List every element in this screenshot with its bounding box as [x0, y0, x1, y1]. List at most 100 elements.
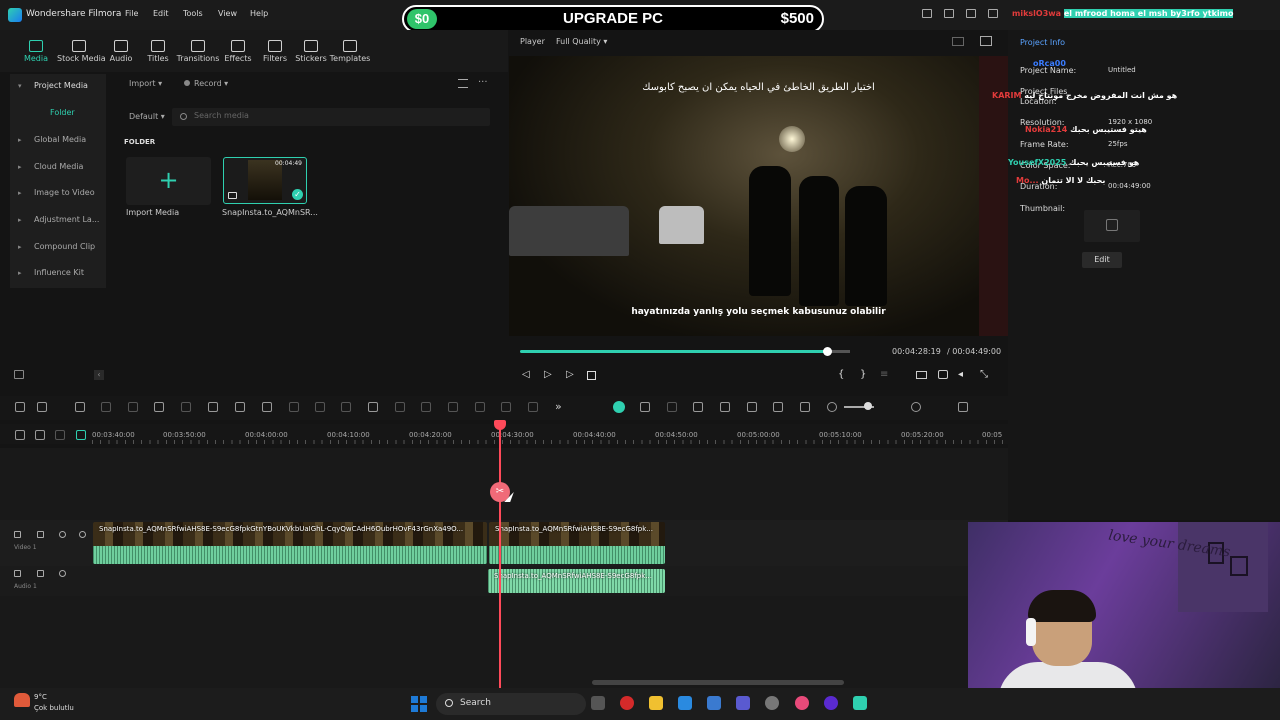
snap-icon[interactable] — [76, 430, 86, 440]
menu-edit[interactable]: Edit — [153, 9, 169, 18]
filter-icon[interactable] — [458, 79, 468, 88]
settings-gear-icon[interactable] — [765, 696, 779, 710]
eye-icon[interactable] — [79, 531, 86, 538]
speed-icon[interactable] — [368, 402, 378, 412]
new-folder-icon[interactable] — [14, 370, 24, 379]
sidebar-item-compound-clip[interactable]: ▸ Compound Clip — [10, 235, 106, 259]
timeline-scrollbar[interactable] — [592, 680, 844, 685]
menu-help[interactable]: Help — [250, 9, 268, 18]
mark-in-icon[interactable]: { — [838, 369, 844, 380]
link-icon[interactable] — [208, 402, 218, 412]
headset-icon[interactable] — [944, 9, 954, 18]
search-input[interactable]: Search media — [172, 108, 490, 126]
track-manage-icon[interactable] — [35, 430, 45, 440]
auto-reframe-icon[interactable] — [640, 402, 650, 412]
music-icon[interactable] — [795, 696, 809, 710]
replace-icon[interactable] — [800, 402, 810, 412]
menu-tools[interactable]: Tools — [183, 9, 203, 18]
edge-icon[interactable] — [678, 696, 692, 710]
ai-icon[interactable] — [475, 402, 485, 412]
weather-icon[interactable] — [14, 693, 30, 707]
track-layout-icon[interactable] — [958, 402, 968, 412]
video-clip[interactable]: SnapInsta.to_AQMnSRfwiAHS8E-S9ecG8fpk... — [489, 522, 665, 564]
windows-start-icon[interactable] — [411, 696, 427, 712]
snapshot-image-icon[interactable] — [980, 36, 992, 46]
lock-icon[interactable] — [37, 531, 44, 538]
zoom-out-icon[interactable] — [827, 402, 837, 412]
display-icon[interactable] — [916, 371, 927, 379]
mic-icon[interactable] — [720, 402, 730, 412]
magnet-toggle-icon[interactable] — [613, 401, 625, 413]
media-clip-card[interactable]: 00:04:49 ✓ — [223, 157, 307, 204]
fullscreen-icon[interactable]: ⤡ — [980, 369, 988, 380]
sidebar-item-adjustment-layer[interactable]: ▸ Adjustment La... — [10, 208, 106, 232]
import-button[interactable]: Import ▾ — [129, 75, 162, 93]
text-icon[interactable] — [235, 402, 245, 412]
color-icon[interactable] — [341, 402, 351, 412]
crop-icon[interactable] — [181, 402, 191, 412]
quality-dropdown[interactable]: Full Quality ▾ — [556, 37, 607, 46]
opera-icon[interactable] — [620, 696, 634, 710]
select-tool-icon[interactable] — [37, 402, 47, 412]
mute-icon[interactable] — [59, 570, 66, 577]
menu-file[interactable]: File — [125, 9, 138, 18]
taskbar-search[interactable]: Search — [436, 693, 586, 715]
filmora-taskbar-icon[interactable] — [853, 696, 867, 710]
sidebar-item-influence-kit[interactable]: ▸ Influence Kit — [10, 261, 106, 285]
sidebar-item-global-media[interactable]: ▸ Global Media — [10, 128, 106, 152]
play-forward-icon[interactable]: ▷ — [566, 369, 574, 380]
layout-icon[interactable] — [966, 9, 976, 18]
mark-out-icon[interactable]: } — [860, 369, 866, 380]
audio-clip[interactable]: SnapInsta.to_AQMnSRfwiAHS8E-S9ecG8fpk... — [488, 569, 665, 593]
edit-thumbnail-button[interactable]: Edit — [1082, 252, 1122, 268]
link-track-icon[interactable] — [55, 430, 65, 440]
tab-stickers[interactable]: Stickers — [289, 30, 333, 72]
shield-icon[interactable] — [693, 402, 703, 412]
timer-icon[interactable] — [421, 402, 431, 412]
tab-transitions[interactable]: Transitions — [176, 30, 220, 72]
tab-stock-media[interactable]: Stock Media — [57, 30, 106, 72]
keyframe-icon[interactable] — [395, 402, 405, 412]
zoom-clip-icon[interactable] — [315, 402, 325, 412]
play-icon[interactable]: ▷ — [544, 369, 552, 380]
volume-icon[interactable]: ◂ — [958, 369, 963, 380]
record-button[interactable]: Record ▾ — [184, 75, 228, 93]
thumbnail-preview[interactable] — [1084, 210, 1140, 242]
pip-icon[interactable] — [773, 402, 783, 412]
video-preview[interactable]: اختيار الطريق الخاطئ في الحياه يمكن ان ي… — [509, 56, 1008, 336]
undo-icon[interactable] — [75, 402, 85, 412]
import-media-card[interactable]: + — [126, 157, 211, 205]
obs-icon[interactable] — [824, 696, 838, 710]
sidebar-item-image-to-video[interactable]: ▸ Image to Video — [10, 181, 106, 205]
store-icon[interactable] — [707, 696, 721, 710]
file-explorer-icon[interactable] — [649, 696, 663, 710]
crop-frame-icon[interactable] — [262, 402, 272, 412]
tab-project-info[interactable]: Project Info — [1020, 38, 1065, 47]
scrub-handle[interactable] — [823, 347, 832, 356]
sort-dropdown[interactable]: Default ▾ — [129, 108, 165, 126]
subtitle-icon[interactable] — [747, 402, 757, 412]
menu-view[interactable]: View — [218, 9, 237, 18]
video-clip[interactable]: SnapInsta.to_AQMnSRfwiAHS8E-S9ecG8fpkGtn… — [93, 522, 487, 564]
previous-frame-icon[interactable]: ◁ — [522, 369, 530, 380]
teams-icon[interactable] — [736, 696, 750, 710]
delete-icon[interactable] — [128, 402, 138, 412]
collapse-sidebar-icon[interactable]: ‹ — [94, 370, 104, 380]
stop-icon[interactable] — [587, 371, 596, 380]
redo-icon[interactable] — [101, 402, 111, 412]
mask-icon[interactable] — [448, 402, 458, 412]
sidebar-item-cloud-media[interactable]: ▸ Cloud Media — [10, 155, 106, 179]
task-view-icon[interactable] — [591, 696, 605, 710]
grid-icon[interactable] — [988, 9, 998, 18]
list-icon[interactable]: ≡ — [880, 369, 888, 380]
add-track-icon[interactable] — [15, 430, 25, 440]
sidebar-item-folder[interactable]: Folder — [10, 101, 106, 125]
tab-titles[interactable]: Titles — [136, 30, 180, 72]
tab-media[interactable]: Media — [14, 30, 58, 72]
motion-icon[interactable] — [528, 402, 538, 412]
camera-icon[interactable] — [938, 370, 948, 379]
playback-progress[interactable] — [520, 350, 827, 353]
transform-icon[interactable] — [289, 402, 299, 412]
mute-icon[interactable] — [59, 531, 66, 538]
compare-icon[interactable] — [952, 37, 964, 46]
